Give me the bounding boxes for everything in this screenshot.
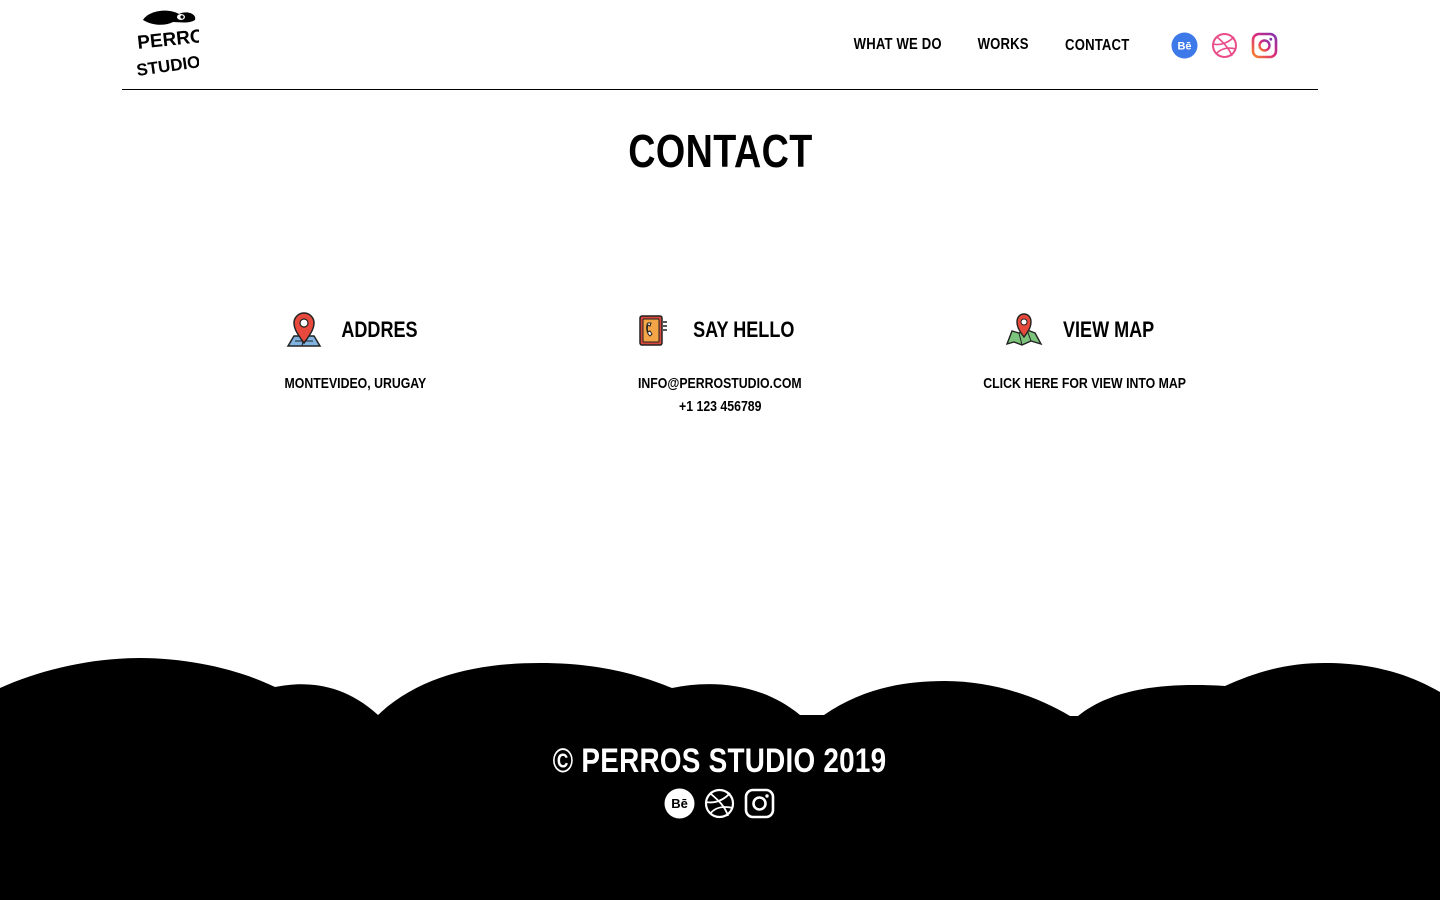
phone-book-icon	[639, 315, 668, 346]
email-link[interactable]: INFO@PERROSTUDIO.COM	[638, 372, 802, 395]
site-header: PERRO STUDIO WHAT WE DO WORKS CONTACT Bē	[122, 0, 1318, 90]
site-footer: © PERROS STUDIO 2019 Bē	[0, 640, 1440, 900]
logo-text-bottom: STUDIO	[135, 52, 199, 78]
view-map-header[interactable]: VIEW MAP	[905, 310, 1265, 350]
nav-what-we-do[interactable]: WHAT WE DO	[844, 36, 951, 56]
nav-link-contact[interactable]: CONTACT	[1065, 37, 1129, 55]
footer-behance-icon[interactable]: Bē	[664, 788, 695, 819]
footer-instagram-icon[interactable]	[744, 788, 775, 819]
view-map-section[interactable]: VIEW MAP CLICK HERE FOR VIEW INTO MAP	[905, 310, 1265, 395]
copyright-text: © PERROS STUDIO 2019	[553, 742, 887, 780]
perro-studio-logo[interactable]: PERRO STUDIO	[135, 8, 199, 78]
view-map-body[interactable]: CLICK HERE FOR VIEW INTO MAP	[905, 372, 1265, 395]
behance-icon[interactable]: Bē	[1171, 32, 1198, 59]
nav-link-what-we-do[interactable]: WHAT WE DO	[854, 36, 942, 54]
address-section: ADDRES MONTEVIDEO, URUGAY	[175, 310, 535, 395]
say-hello-header: SAY HELLO	[540, 310, 900, 350]
footer-behance-icon-label: Bē	[671, 796, 688, 811]
instagram-icon[interactable]	[1251, 32, 1278, 59]
address-label: ADDRES	[340, 317, 418, 342]
say-hello-label: SAY HELLO	[693, 317, 795, 342]
view-map-link[interactable]: CLICK HERE FOR VIEW INTO MAP	[984, 372, 1187, 395]
logo-text-top: PERRO	[136, 26, 199, 54]
say-hello-body: INFO@PERROSTUDIO.COM +1 123 456789	[540, 372, 900, 418]
map-pin-icon	[286, 312, 321, 347]
view-map-label[interactable]: VIEW MAP	[1063, 317, 1154, 343]
copyright: © PERROS STUDIO 2019	[0, 742, 1440, 781]
nav-works[interactable]: WORKS	[972, 36, 1034, 56]
dribbble-icon[interactable]	[1211, 32, 1238, 59]
behance-icon-label: Bē	[1177, 41, 1191, 53]
address-body: MONTEVIDEO, URUGAY	[175, 372, 535, 395]
phone-number[interactable]: +1 123 456789	[679, 395, 761, 418]
nav-contact[interactable]: CONTACT	[1058, 37, 1136, 57]
address-header: ADDRES	[175, 310, 535, 350]
address-line-1: MONTEVIDEO, URUGAY	[284, 375, 426, 392]
footer-dribbble-icon[interactable]	[704, 788, 735, 819]
page-title-text: CONTACT	[627, 125, 813, 177]
nav-link-works[interactable]: WORKS	[978, 36, 1029, 54]
say-hello-section: SAY HELLO INFO@PERROSTUDIO.COM +1 123 45…	[540, 310, 900, 418]
page-title: CONTACT	[0, 124, 1440, 178]
map-icon	[1006, 313, 1043, 346]
